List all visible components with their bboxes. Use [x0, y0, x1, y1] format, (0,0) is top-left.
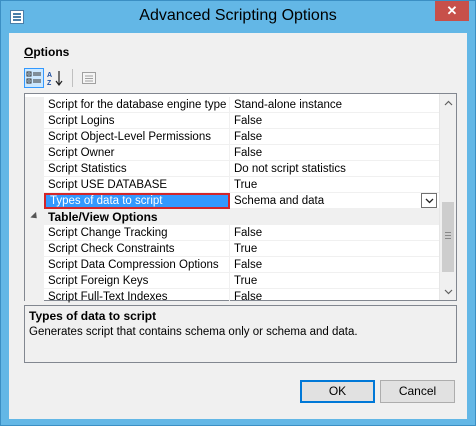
- alphabetical-button[interactable]: A Z: [46, 68, 66, 88]
- row-gutter: [25, 129, 44, 145]
- property-grid[interactable]: Script for the database engine type Stan…: [24, 93, 457, 305]
- alphabetical-sort-icon: A Z: [47, 71, 63, 86]
- property-value[interactable]: True: [230, 241, 439, 257]
- categorized-button[interactable]: [24, 68, 44, 88]
- description-text: Generates script that contains schema on…: [29, 326, 358, 338]
- close-button[interactable]: ✕: [435, 1, 469, 21]
- property-value[interactable]: True: [230, 273, 439, 289]
- toolbar-separator: [72, 69, 73, 87]
- row-gutter: [25, 225, 44, 241]
- chevron-up-icon: [444, 100, 453, 105]
- property-value[interactable]: False: [230, 257, 439, 273]
- svg-text:A: A: [47, 72, 52, 79]
- property-name: Script Object-Level Permissions: [44, 129, 230, 145]
- row-gutter: [25, 177, 44, 193]
- property-row[interactable]: Script Logins False: [25, 113, 439, 129]
- options-header: Options: [24, 45, 69, 59]
- property-row[interactable]: Script Data Compression Options False: [25, 257, 439, 273]
- grid-toolbar: A Z: [24, 68, 99, 90]
- property-value[interactable]: False: [230, 145, 439, 161]
- row-gutter: [25, 193, 44, 209]
- property-name: Script Full-Text Indexes: [44, 289, 230, 305]
- property-row[interactable]: Script for the database engine type Stan…: [25, 97, 439, 113]
- property-row-selected[interactable]: Types of data to script Schema and data: [25, 193, 439, 209]
- property-row[interactable]: Script Foreign Keys True: [25, 273, 439, 289]
- row-gutter: [25, 289, 44, 305]
- chevron-down-icon: [444, 289, 453, 294]
- property-row[interactable]: Script Object-Level Permissions False: [25, 129, 439, 145]
- scrollbar-thumb[interactable]: [442, 202, 454, 272]
- description-title: Types of data to script: [29, 309, 157, 323]
- dialog-client-area: Options A Z Script for the database engi…: [9, 33, 467, 419]
- property-name: Script Statistics: [44, 161, 230, 177]
- ok-button[interactable]: OK: [300, 380, 375, 403]
- property-name: Script Change Tracking: [44, 225, 230, 241]
- property-value[interactable]: Schema and data: [230, 193, 439, 209]
- window-title: Advanced Scripting Options: [139, 7, 337, 24]
- vertical-scrollbar[interactable]: [439, 94, 456, 300]
- property-name: Script Foreign Keys: [44, 273, 230, 289]
- scroll-down-button[interactable]: [440, 283, 457, 300]
- property-name: Script USE DATABASE: [44, 177, 230, 193]
- value-dropdown-button[interactable]: [421, 193, 437, 208]
- chevron-down-icon: [425, 198, 433, 203]
- property-name: Script for the database engine type: [44, 97, 230, 113]
- property-value[interactable]: False: [230, 289, 439, 305]
- scroll-up-button[interactable]: [440, 94, 457, 111]
- property-name: Script Owner: [44, 145, 230, 161]
- property-value[interactable]: Do not script statistics: [230, 161, 439, 177]
- categorized-view-icon: [26, 71, 41, 84]
- property-row[interactable]: Script Full-Text Indexes False: [25, 289, 439, 305]
- description-panel: Types of data to script Generates script…: [24, 305, 457, 363]
- property-row[interactable]: Script Owner False: [25, 145, 439, 161]
- property-rows: Script for the database engine type Stan…: [25, 97, 439, 305]
- property-value[interactable]: True: [230, 177, 439, 193]
- property-row[interactable]: Script Change Tracking False: [25, 225, 439, 241]
- svg-text:Z: Z: [47, 80, 52, 86]
- property-row[interactable]: Script USE DATABASE True: [25, 177, 439, 193]
- property-name: Script Check Constraints: [44, 241, 230, 257]
- row-gutter: [25, 161, 44, 177]
- collapse-triangle-icon: [30, 211, 40, 222]
- row-gutter: [25, 113, 44, 129]
- property-value[interactable]: Stand-alone instance: [230, 97, 439, 113]
- category-expander[interactable]: [25, 209, 44, 225]
- property-value[interactable]: False: [230, 225, 439, 241]
- row-gutter: [25, 273, 44, 289]
- category-row[interactable]: Table/View Options: [25, 209, 439, 225]
- property-name: Script Data Compression Options: [44, 257, 230, 273]
- property-pages-button[interactable]: [79, 68, 99, 88]
- scroll-grip-icon: [445, 232, 451, 233]
- cancel-button[interactable]: Cancel: [380, 380, 455, 403]
- row-gutter: [25, 145, 44, 161]
- title-bar[interactable]: Advanced Scripting Options ✕: [1, 1, 475, 33]
- property-pages-icon: [82, 72, 96, 84]
- close-icon: ✕: [446, 3, 458, 18]
- property-value[interactable]: False: [230, 113, 439, 129]
- options-header-rest: ptions: [33, 45, 70, 59]
- property-name: Types of data to script: [44, 193, 230, 209]
- options-header-access-key: O: [24, 45, 34, 59]
- category-name: Table/View Options: [48, 210, 158, 224]
- property-row[interactable]: Script Check Constraints True: [25, 241, 439, 257]
- property-value[interactable]: False: [230, 129, 439, 145]
- property-row[interactable]: Script Statistics Do not script statisti…: [25, 161, 439, 177]
- row-gutter: [25, 97, 44, 113]
- row-gutter: [25, 241, 44, 257]
- dialog-window: Advanced Scripting Options ✕ Options A Z…: [0, 0, 476, 426]
- row-gutter: [25, 257, 44, 273]
- property-name: Script Logins: [44, 113, 230, 129]
